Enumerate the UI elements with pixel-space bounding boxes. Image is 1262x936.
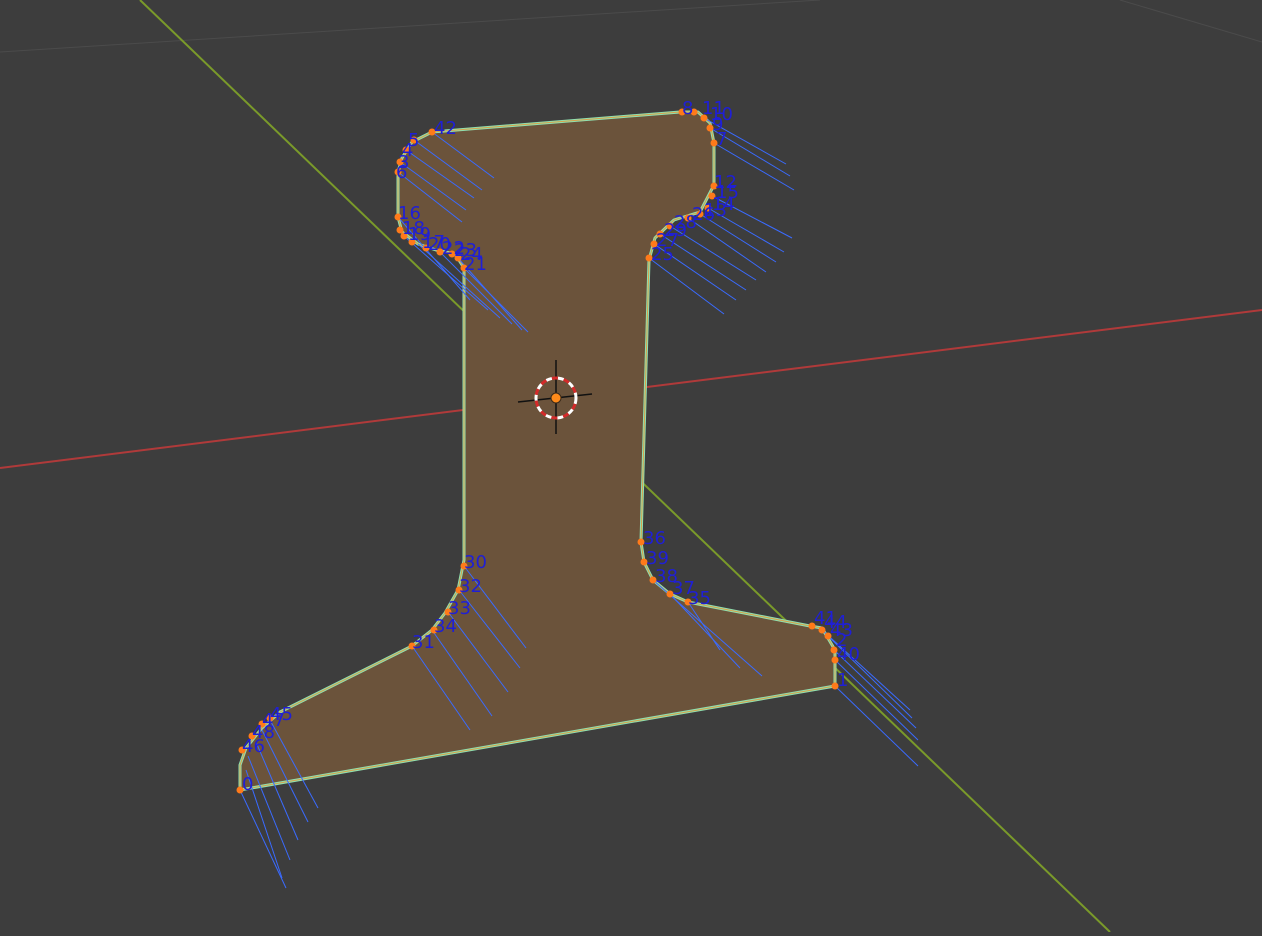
vertex-label-39: 39 [646,548,669,569]
vertex-label-36: 36 [643,528,666,549]
vertex-label-31: 31 [412,632,435,653]
vertex-label-32: 32 [459,576,482,597]
viewport-canvas[interactable]: 0123456789101112131415161718192021222324… [0,0,1262,933]
vertex-label-34: 34 [434,616,457,637]
vertex-label-8: 8 [682,98,693,119]
vertex-label-44: 44 [824,612,847,633]
vertex-label-48: 48 [252,722,275,743]
vertex-label-5: 5 [408,130,419,151]
grid [0,0,1262,53]
rail-profile-mesh[interactable]: 0123456789101112131415161718192021222324… [236,98,919,889]
vertex-label-29: 29 [664,220,687,241]
vertex-label-42: 42 [434,118,457,139]
vertex-label-1: 1 [837,670,848,691]
vertex-label-6: 6 [396,162,407,183]
3d-viewport[interactable]: 0 1 2 3 4 5 6 7 8 9 10 11 12 13 14 15 16 17 18 19 20 21 22 23 24… [0,0,1262,933]
vertex-label-38: 38 [655,566,678,587]
vertex-label-40: 40 [837,644,860,665]
normal-line [239,789,287,889]
vertex-label-30: 30 [464,552,487,573]
vertex-label-11: 11 [702,98,725,119]
vertex-label-24: 24 [460,244,483,265]
vertex-label-0: 0 [242,774,253,795]
normal-line [834,685,919,767]
vertex-label-15: 15 [716,182,739,203]
